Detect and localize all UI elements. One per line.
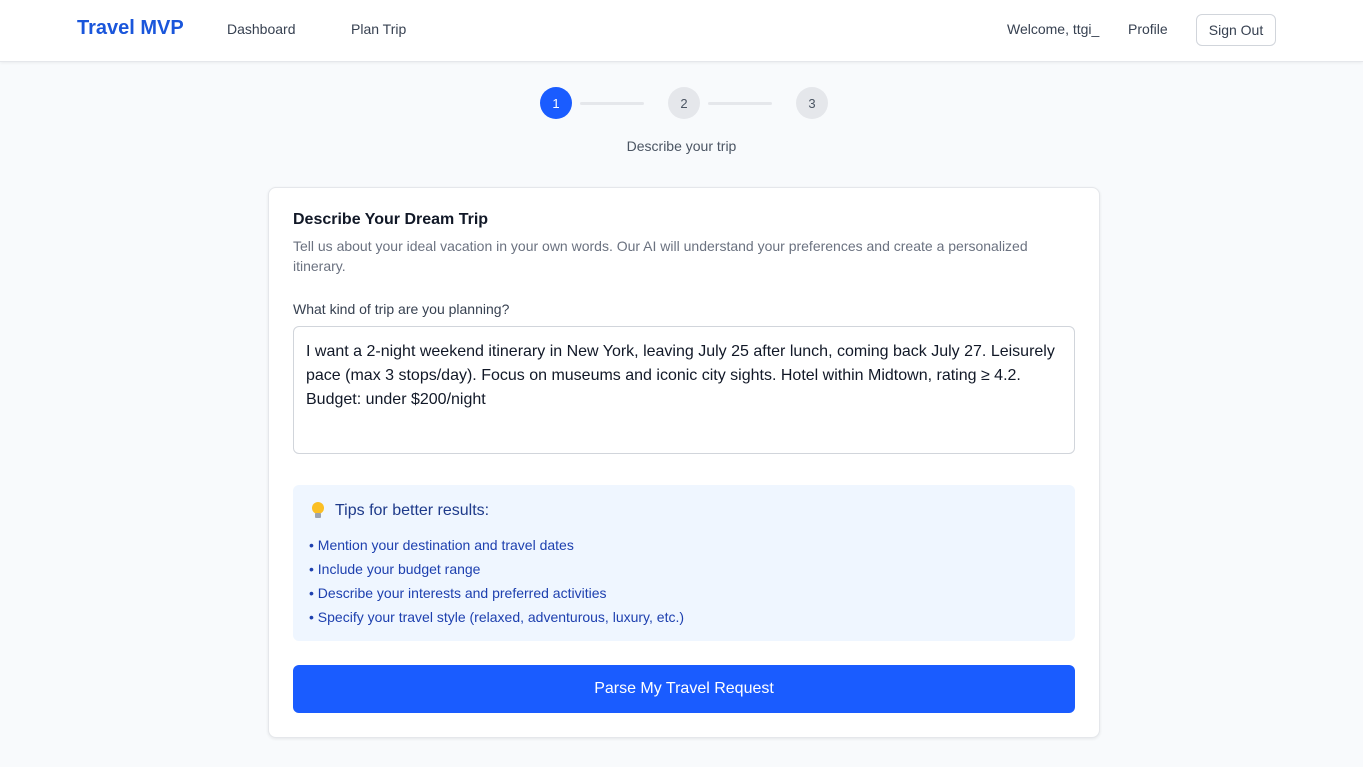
step-connector [708,102,772,105]
trip-input-label: What kind of trip are you planning? [293,301,510,317]
step-2-indicator: 2 [668,87,700,119]
card-title: Describe Your Dream Trip [293,211,489,228]
brand-logo[interactable]: Travel MVP [77,17,184,40]
trip-description-card: Describe Your Dream Trip Tell us about y… [268,187,1100,738]
progress-stepper: 1 2 3 [540,87,828,119]
tips-list: Mention your destination and travel date… [309,533,684,629]
card-description: Tell us about your ideal vacation in you… [293,238,1028,274]
tips-panel: Tips for better results: Mention your de… [293,485,1075,641]
sign-out-button[interactable]: Sign Out [1196,14,1276,46]
step-caption: Describe your trip [626,138,737,154]
tip-item: Describe your interests and preferred ac… [309,581,684,605]
profile-link[interactable]: Profile [1128,21,1168,37]
tip-item: Specify your travel style (relaxed, adve… [309,605,684,629]
step-1-indicator: 1 [540,87,572,119]
tips-heading-text: Tips for better results: [335,502,490,519]
nav-link-dashboard[interactable]: Dashboard [227,21,296,37]
nav-link-plan-trip[interactable]: Plan Trip [351,21,406,37]
tip-item: Mention your destination and travel date… [309,533,684,557]
parse-request-button[interactable]: Parse My Travel Request [293,665,1075,713]
tip-item: Include your budget range [309,557,684,581]
tips-heading: Tips for better results: [311,502,489,520]
welcome-text: Welcome, ttgi_ [1007,21,1100,37]
lightbulb-icon [311,502,325,520]
top-navbar: Travel MVP Dashboard Plan Trip Welcome, … [0,0,1363,62]
step-3-indicator: 3 [796,87,828,119]
step-connector [580,102,644,105]
trip-description-input[interactable]: I want a 2-night weekend itinerary in Ne… [293,326,1075,454]
